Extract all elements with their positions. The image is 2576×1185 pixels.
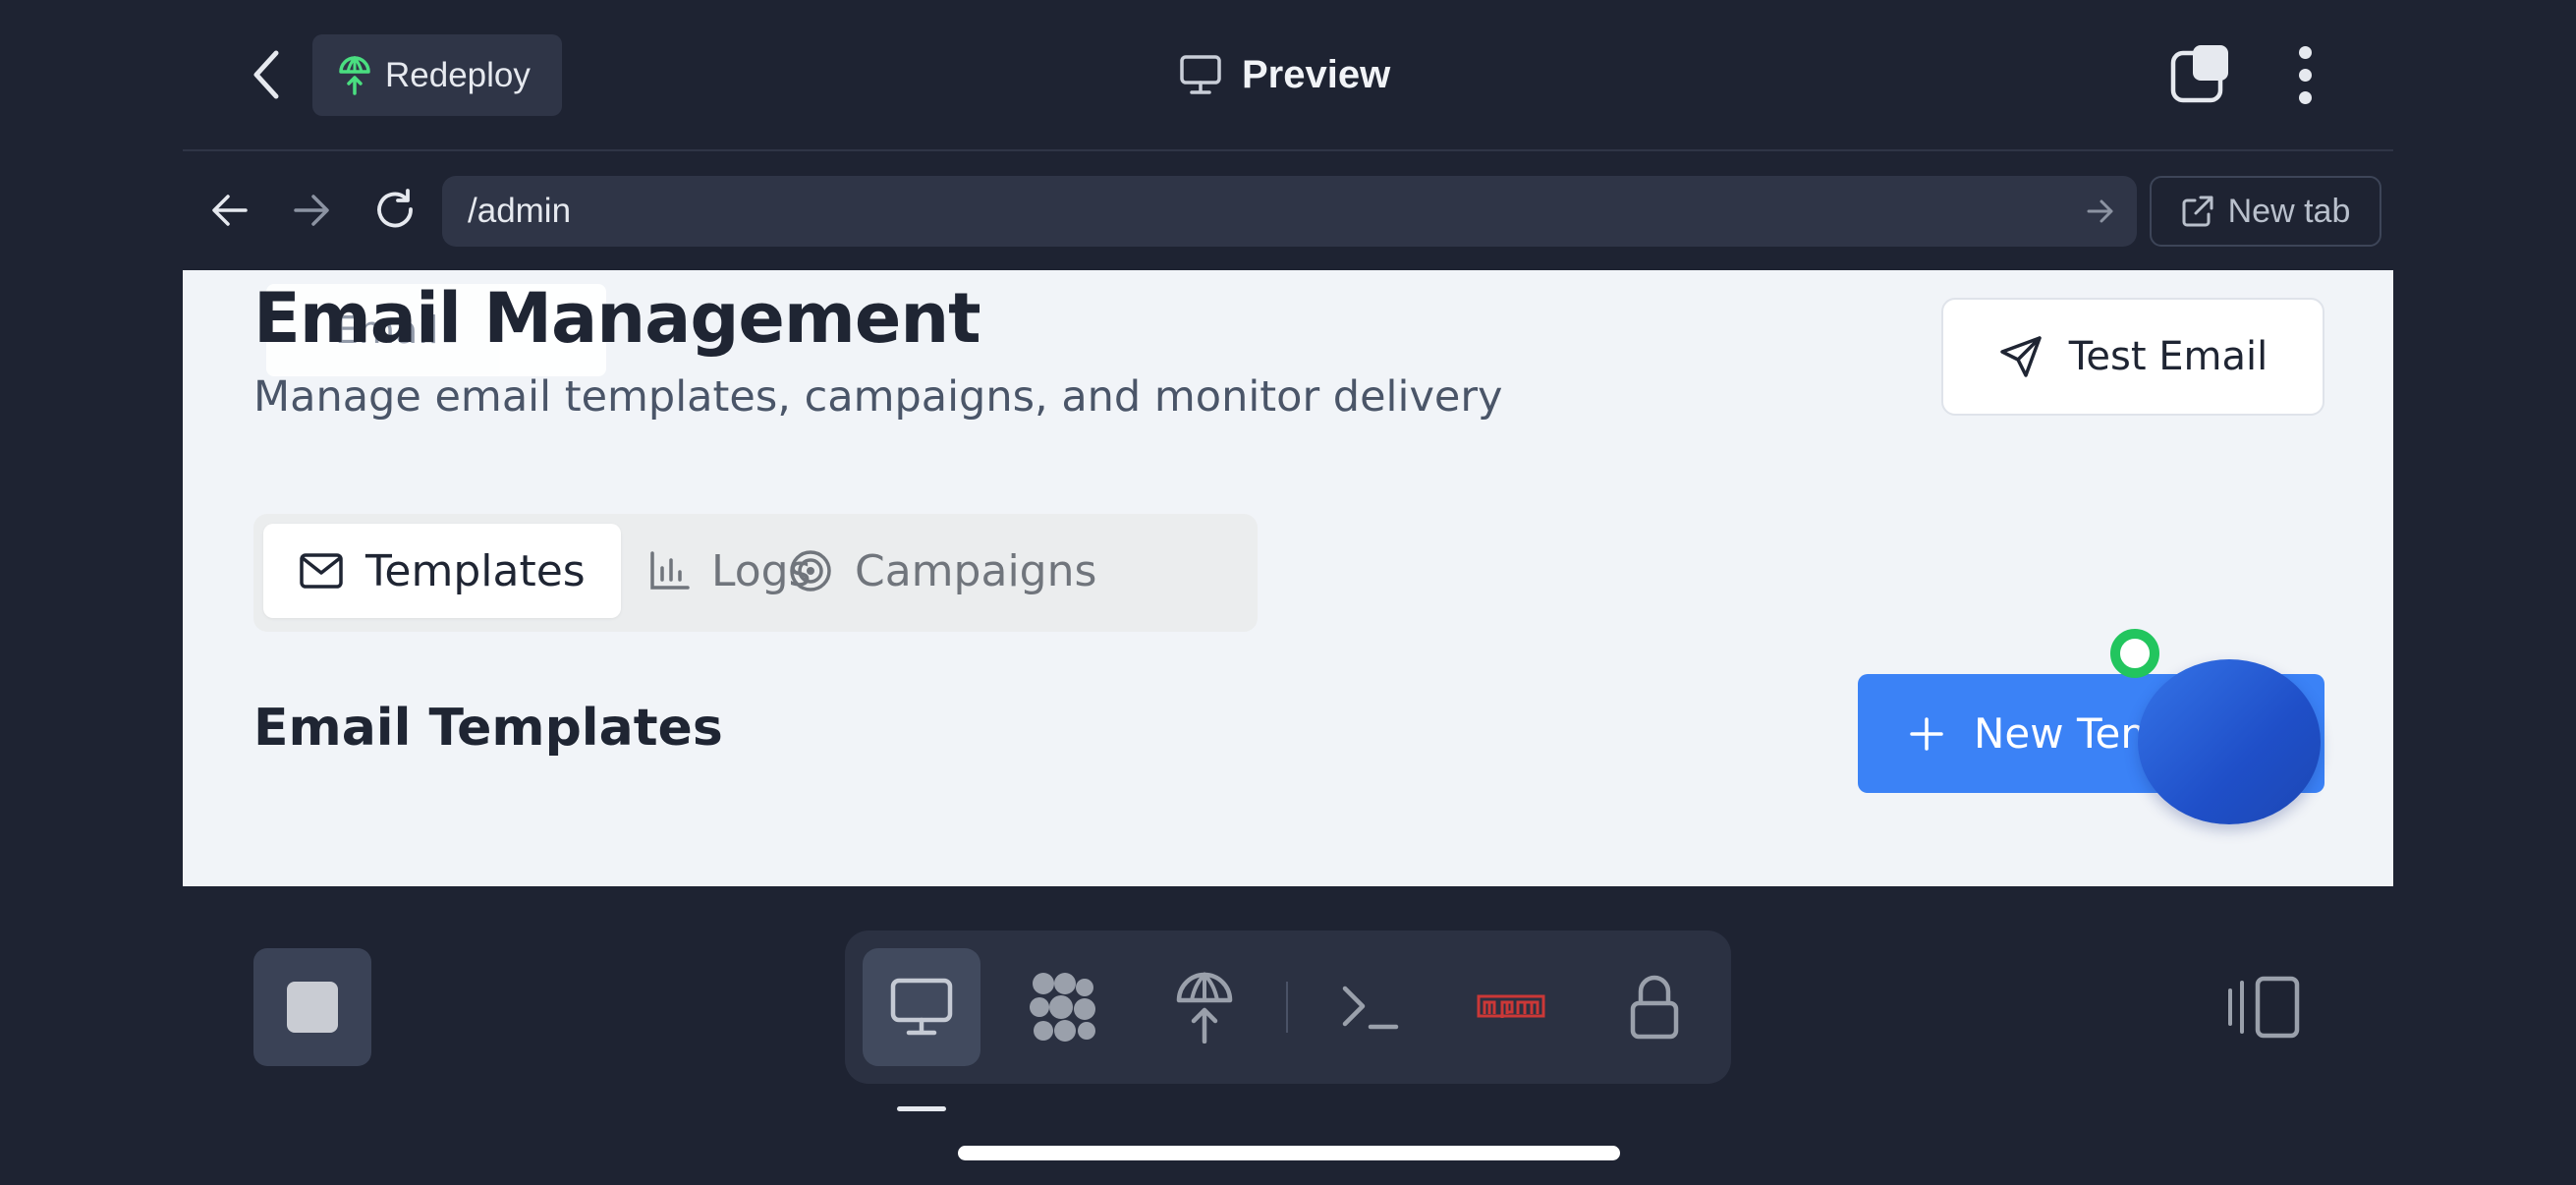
- section-title: Email Templates: [253, 699, 723, 758]
- dock-active-indicator: [897, 1106, 946, 1111]
- target-icon: [790, 550, 831, 592]
- go-arrow-icon[interactable]: [2086, 198, 2115, 224]
- tab-label: Templates: [365, 545, 586, 596]
- tab-campaigns[interactable]: Campaigns: [753, 524, 1132, 618]
- kebab-dot-icon: [2298, 68, 2312, 82]
- tabs-icon: [2170, 45, 2228, 103]
- redeploy-button[interactable]: Redeploy: [312, 34, 562, 116]
- dock-npm[interactable]: [1452, 948, 1570, 1066]
- page-subtitle: Manage email templates, campaigns, and m…: [253, 372, 1503, 422]
- cluster-icon: [1030, 973, 1095, 1042]
- stop-icon: [287, 982, 338, 1033]
- dock-separator: [1286, 982, 1288, 1033]
- test-email-button[interactable]: Test Email: [1941, 298, 2324, 416]
- test-email-label: Test Email: [2068, 334, 2268, 379]
- header-divider: [183, 149, 2393, 151]
- floating-assistant-button[interactable]: [2138, 659, 2321, 824]
- new-tab-label: New tab: [2227, 192, 2351, 230]
- arrow-right-icon: [294, 195, 329, 226]
- reload-icon: [377, 189, 413, 228]
- sidebar-toggle-icon: [2228, 976, 2300, 1039]
- reload-button[interactable]: [365, 181, 424, 240]
- web-preview-viewport: Email Email Management Manage email temp…: [183, 270, 2393, 886]
- new-tab-button[interactable]: New tab: [2150, 176, 2381, 247]
- page-title: Preview: [1179, 47, 1390, 102]
- bottom-dock: [845, 931, 1731, 1084]
- dock-terminal[interactable]: [1312, 948, 1429, 1066]
- dock-cluster[interactable]: [1004, 948, 1122, 1066]
- terminal-icon: [1342, 986, 1399, 1030]
- url-input[interactable]: /admin: [442, 176, 2137, 247]
- tabs-switcher-button[interactable]: [2169, 43, 2232, 106]
- home-indicator: [958, 1146, 1620, 1160]
- redeploy-label: Redeploy: [385, 55, 531, 94]
- back-button[interactable]: [240, 45, 291, 104]
- lock-icon: [1630, 975, 1679, 1040]
- plus-icon: [1910, 716, 1943, 751]
- npm-icon: [1477, 994, 1545, 1018]
- online-status-indicator: [2110, 629, 2159, 678]
- browser-forward-button[interactable]: [282, 181, 341, 240]
- kebab-dot-icon: [2298, 90, 2312, 104]
- tab-templates[interactable]: Templates: [263, 524, 621, 618]
- send-icon: [2000, 336, 2042, 377]
- dock-secrets[interactable]: [1596, 948, 1713, 1066]
- deploy-icon: [339, 55, 370, 95]
- dock-deploy[interactable]: [1146, 948, 1263, 1066]
- monitor-icon: [1180, 55, 1221, 94]
- external-link-icon: [2182, 196, 2213, 227]
- tab-label: Campaigns: [855, 545, 1097, 596]
- kebab-dot-icon: [2298, 45, 2312, 59]
- chevron-left-icon: [253, 50, 279, 99]
- page-heading: Email Management: [253, 278, 981, 359]
- more-options-button[interactable]: [2277, 43, 2332, 106]
- preview-title-text: Preview: [1242, 52, 1391, 96]
- panel-toggle-button[interactable]: [2226, 973, 2305, 1042]
- stop-button[interactable]: [253, 948, 371, 1066]
- bar-chart-icon: [650, 551, 690, 590]
- deploy-icon: [1176, 972, 1233, 1044]
- tab-list: Templates Logs Campaigns: [253, 514, 1258, 632]
- url-text: /admin: [468, 192, 572, 230]
- browser-back-button[interactable]: [200, 181, 259, 240]
- monitor-icon: [890, 978, 953, 1036]
- dock-preview[interactable]: [863, 948, 980, 1066]
- arrow-left-icon: [212, 195, 248, 226]
- mail-icon: [300, 553, 343, 589]
